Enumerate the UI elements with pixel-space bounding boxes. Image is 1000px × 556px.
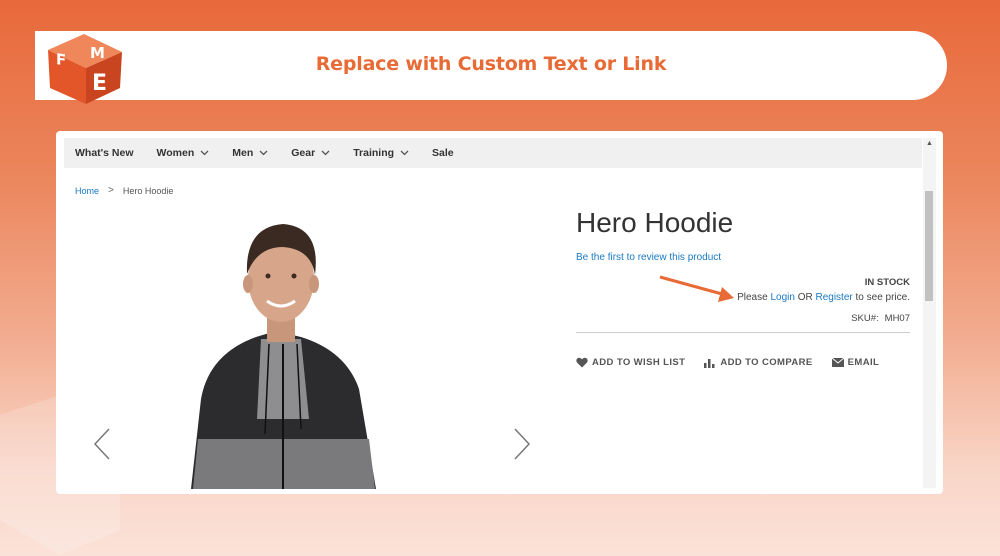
product-title: Hero Hoodie (576, 207, 734, 238)
nav-item-label: What's New (75, 147, 134, 159)
nav-item-training[interactable]: Training (353, 147, 409, 159)
price-msg-after: to see price. (852, 292, 911, 303)
sku: SKU#: MH07 (851, 313, 910, 324)
price-msg-before: Please (737, 292, 771, 303)
store-panel: What's New Women Men Gear Training Sale … (56, 131, 943, 494)
banner-title: Replace with Custom Text or Link (315, 53, 667, 75)
compare-label: ADD TO COMPARE (720, 357, 813, 368)
chevron-left-icon[interactable] (92, 427, 112, 461)
price-message: Please Login OR Register to see price. (737, 292, 910, 303)
envelope-icon (831, 358, 844, 367)
nav-item-sale[interactable]: Sale (432, 147, 454, 159)
nav-item-label: Gear (291, 147, 316, 159)
breadcrumb-home[interactable]: Home (75, 186, 99, 196)
breadcrumb: Home > Hero Hoodie (75, 185, 173, 196)
svg-text:F: F (56, 50, 66, 69)
scroll-up-icon[interactable]: ▲ (926, 140, 933, 147)
banner: Replace with Custom Text or Link (35, 31, 947, 100)
nav-item-men[interactable]: Men (232, 147, 268, 159)
nav-item-label: Men (232, 147, 254, 159)
breadcrumb-separator: > (108, 185, 114, 196)
review-link[interactable]: Be the first to review this product (576, 252, 721, 263)
svg-text:M: M (90, 44, 105, 62)
chevron-down-icon (321, 150, 330, 156)
divider (576, 332, 910, 333)
top-nav: What's New Women Men Gear Training Sale (64, 138, 922, 168)
nav-item-label: Training (353, 147, 395, 159)
nav-item-whats-new[interactable]: What's New (75, 147, 134, 159)
add-to-wishlist-button[interactable]: ADD TO WISH LIST (576, 357, 685, 368)
product-actions: ADD TO WISH LIST ADD TO COMPARE EMAIL (576, 357, 898, 368)
wishlist-label: ADD TO WISH LIST (592, 357, 686, 368)
heart-icon (576, 357, 588, 368)
chevron-down-icon (200, 150, 209, 156)
email-button[interactable]: EMAIL (831, 357, 880, 368)
nav-item-gear[interactable]: Gear (291, 147, 330, 159)
fme-logo: F M E (48, 34, 122, 104)
callout-arrow-icon (659, 275, 734, 302)
nav-item-label: Sale (432, 147, 454, 159)
chevron-down-icon (400, 150, 409, 156)
price-msg-middle: OR (794, 292, 816, 303)
register-link[interactable]: Register (815, 292, 852, 303)
email-label: EMAIL (847, 357, 880, 368)
scrollbar[interactable]: ▲ (923, 138, 936, 488)
scroll-thumb[interactable] (925, 191, 933, 301)
chevron-right-icon[interactable] (512, 427, 532, 461)
sku-value: MH07 (884, 313, 910, 324)
chevron-down-icon (259, 150, 268, 156)
bar-chart-icon (704, 359, 715, 368)
sku-label: SKU#: (851, 313, 879, 324)
nav-item-women[interactable]: Women (157, 147, 210, 159)
login-link[interactable]: Login (770, 292, 794, 303)
nav-item-label: Women (156, 147, 195, 159)
breadcrumb-current: Hero Hoodie (122, 185, 174, 196)
product-image (191, 224, 376, 489)
stock-status: IN STOCK (864, 277, 910, 288)
add-to-compare-button[interactable]: ADD TO COMPARE (704, 357, 812, 368)
svg-text:E: E (92, 71, 107, 96)
